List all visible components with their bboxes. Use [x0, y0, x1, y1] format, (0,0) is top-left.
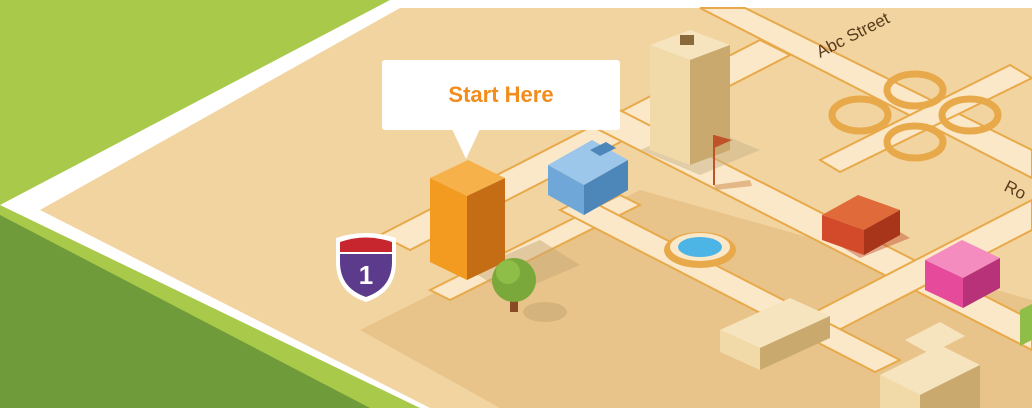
callout-pointer: [452, 129, 480, 159]
green-edge-building: [1020, 304, 1032, 346]
fountain-icon: [664, 232, 736, 268]
shield-number: 1: [359, 260, 373, 290]
start-here-label: Start Here: [448, 82, 554, 107]
start-here-callout[interactable]: Start Here: [382, 60, 620, 130]
map-scene: Abc Street Ro 1 Start Here: [0, 0, 1032, 408]
